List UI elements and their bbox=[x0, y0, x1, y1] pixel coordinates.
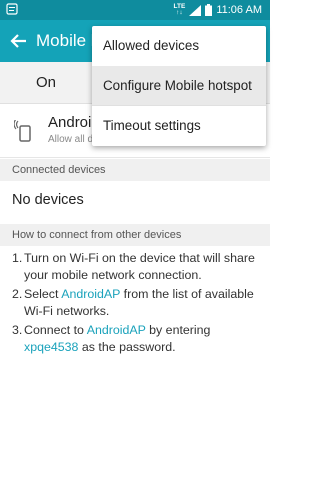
battery-icon bbox=[205, 4, 213, 16]
how-to-connect-header: How to connect from other devices bbox=[0, 224, 270, 246]
network-name-link: AndroidAP bbox=[61, 287, 121, 301]
instruction-step-2: 2. Select AndroidAP from the list of ava… bbox=[12, 287, 254, 318]
no-devices-text: No devices bbox=[12, 192, 84, 208]
instruction-step-3: 3. Connect to AndroidAP by entering xpqe… bbox=[12, 323, 211, 354]
hotspot-phone-icon bbox=[14, 120, 31, 142]
connected-devices-header: Connected devices bbox=[0, 159, 270, 181]
menu-item-allowed-devices[interactable]: Allowed devices bbox=[92, 26, 266, 66]
menu-item-timeout-settings[interactable]: Timeout settings bbox=[92, 106, 266, 146]
signal-icon bbox=[189, 4, 202, 16]
overflow-menu: Allowed devices Configure Mobile hotspot… bbox=[92, 26, 266, 146]
toggle-label: On bbox=[36, 74, 57, 91]
back-arrow-icon[interactable] bbox=[8, 30, 30, 52]
instruction-step-1: 1. Turn on Wi-Fi on the device that will… bbox=[12, 251, 255, 282]
network-name-link: AndroidAP bbox=[86, 323, 146, 337]
notification-icon bbox=[6, 3, 18, 15]
network-type-indicator: LTE ↑↓ bbox=[173, 3, 186, 16]
instructions-list: 1. Turn on Wi-Fi on the device that will… bbox=[12, 250, 264, 358]
menu-item-configure-hotspot[interactable]: Configure Mobile hotspot bbox=[92, 66, 266, 106]
status-bar: LTE ↑↓ 11:06 AM bbox=[0, 0, 270, 20]
page-title: Mobile hotspot bbox=[36, 31, 96, 50]
password-link: xpqe4538 bbox=[24, 339, 79, 354]
clock: 11:06 AM bbox=[216, 4, 262, 16]
